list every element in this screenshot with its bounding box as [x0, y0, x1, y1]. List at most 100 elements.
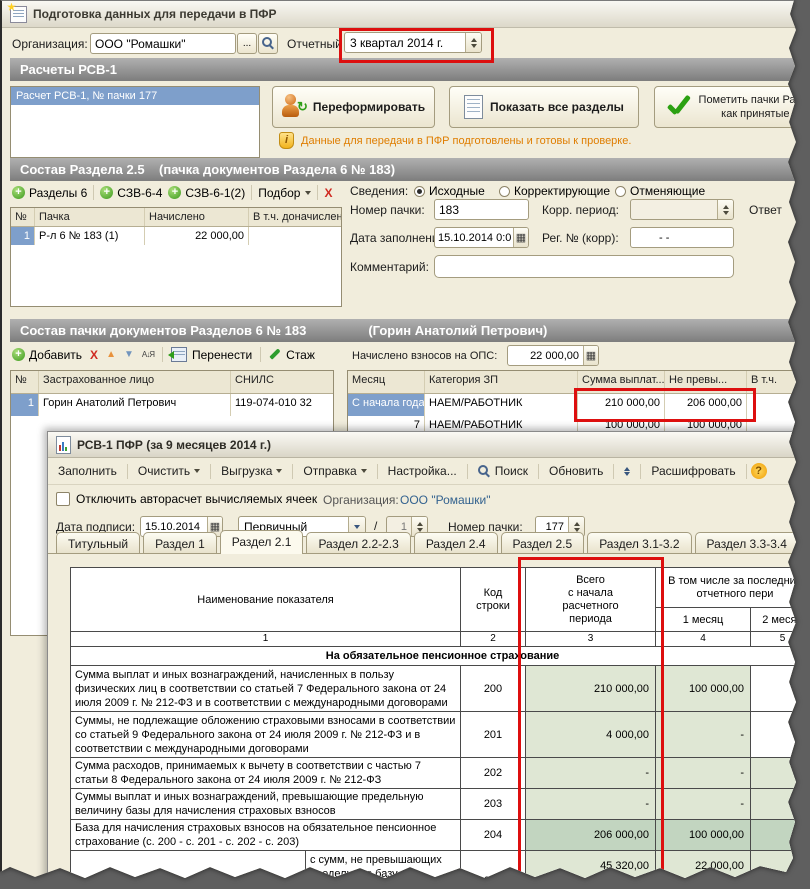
col-header-last-months: В том числе за последние отчетного пери	[654, 567, 796, 608]
row-203-total[interactable]: -	[525, 788, 656, 820]
updown-sort-icon[interactable]	[618, 466, 636, 476]
organization-search-button[interactable]	[258, 33, 278, 54]
rw-organization-label: Организация:	[323, 493, 399, 507]
add-sections6-button[interactable]: + Разделы 6	[12, 186, 87, 200]
send-button[interactable]: Отправка	[297, 464, 372, 478]
ops-input[interactable]: 22 000,00 ▦	[507, 345, 599, 366]
comment-input[interactable]	[434, 255, 734, 278]
row-201-total[interactable]: 4 000,00	[525, 711, 656, 758]
report-window: РСВ-1 ПФР (за 9 месяцев 2014 г.) Заполни…	[47, 431, 810, 878]
separator	[251, 185, 253, 200]
korr-period-spinner[interactable]	[630, 199, 734, 220]
autocalc-checkbox[interactable]: Отключить авторасчет вычисляемых ячеек	[56, 492, 317, 506]
reg-number-input[interactable]: - -	[630, 227, 734, 248]
organization-input[interactable]: ООО "Ромашки"	[90, 33, 236, 54]
tab-razdel2223[interactable]: Раздел 2.2-2.3	[306, 532, 411, 554]
main-window-title: Подготовка данных для передачи в ПФР	[33, 7, 277, 21]
reform-button[interactable]: ↻ Переформировать	[272, 86, 435, 128]
months-table-row[interactable]: С начала года НАЕМ/РАБОТНИК 210 000,00 2…	[348, 394, 796, 416]
delete-icon[interactable]: X	[324, 186, 332, 200]
radio-ishodnye[interactable]: Исходные	[414, 184, 485, 198]
persons-table-row[interactable]: 1 Горин Анатолий Петрович 119-074-010 32	[11, 394, 333, 416]
months-table[interactable]: Месяц Категория ЗП Сумма выплат... Не пр…	[347, 370, 796, 438]
row-200-m1[interactable]: 100 000,00	[655, 665, 751, 712]
decode-button[interactable]: Расшифровать	[645, 464, 741, 478]
row-203-m1[interactable]: -	[655, 788, 751, 820]
move-down-icon[interactable]: ▼	[124, 349, 134, 360]
separator	[466, 463, 468, 479]
tab-razdel3334[interactable]: Раздел 3.3-3.4	[694, 532, 796, 554]
row-204-m2[interactable]	[749, 819, 796, 851]
pack-number-label: Номер пачки:	[350, 203, 425, 217]
fill-button[interactable]: Заполнить	[52, 464, 123, 478]
clear-button[interactable]: Очистить	[132, 464, 206, 478]
row-200-m2[interactable]	[749, 665, 796, 712]
row-202-total[interactable]: -	[525, 757, 656, 789]
search-button[interactable]: Поиск	[472, 464, 534, 478]
col-header-code: Код строки	[460, 567, 526, 632]
settings-button[interactable]: Настройка...	[382, 464, 463, 478]
row-201-m1[interactable]: -	[655, 711, 751, 758]
show-all-sections-button[interactable]: Показать все разделы	[449, 86, 639, 128]
add-szv612-button[interactable]: + СЗВ-6-1(2)	[168, 186, 245, 200]
help-icon[interactable]: ?	[750, 463, 767, 479]
packs-table-row[interactable]: 1 Р-л 6 № 183 (1) 22 000,00	[11, 227, 341, 245]
row-203-m2[interactable]	[749, 788, 796, 820]
unload-button[interactable]: Выгрузка	[215, 464, 288, 478]
rsv-list-item[interactable]: Расчет РСВ-1, № пачки 177	[11, 87, 259, 105]
fill-date-input[interactable]: 15.10.2014 0:0 ▦	[434, 227, 529, 248]
staj-button[interactable]: Стаж	[269, 348, 315, 362]
spinner-arrows-icon[interactable]	[465, 33, 481, 52]
add-szv64-button[interactable]: + СЗВ-6-4	[100, 186, 162, 200]
refresh-button[interactable]: Обновить	[543, 464, 609, 478]
radio-otmen[interactable]: Отменяющие	[615, 184, 705, 198]
korr-period-label: Корр. период:	[542, 203, 619, 217]
add-person-button[interactable]: + Добавить	[12, 348, 82, 362]
row-205-m1[interactable]: 22 000,00	[655, 850, 751, 878]
row-202-m1[interactable]: -	[655, 757, 751, 789]
tab-razdel3132[interactable]: Раздел 3.1-3.2	[587, 532, 692, 554]
calculator-icon[interactable]: ▦	[583, 346, 598, 365]
row-205-m2[interactable]	[749, 850, 796, 878]
mark-accepted-label: Пометить пачки Раз как принятые П	[698, 94, 801, 120]
rw-organization-link[interactable]: ООО "Ромашки"	[400, 493, 491, 507]
row-200-total[interactable]: 210 000,00	[525, 665, 656, 712]
report-period-spinner[interactable]: 3 квартал 2014 г.	[344, 32, 482, 53]
spinner-arrows-icon[interactable]	[717, 200, 733, 219]
move-up-icon[interactable]: ▲	[106, 349, 116, 360]
tab-titulny[interactable]: Титульный	[56, 532, 141, 554]
months-table-header: Месяц Категория ЗП Сумма выплат... Не пр…	[348, 371, 796, 394]
calendar-icon[interactable]: ▦	[513, 228, 528, 247]
tab-razdel1[interactable]: Раздел 1	[143, 532, 217, 554]
mark-accepted-button[interactable]: Пометить пачки Раз как принятые П	[654, 86, 801, 128]
row-202-name: Сумма расходов, принимаемых к вычету в с…	[70, 757, 461, 789]
tab-razdel25[interactable]: Раздел 2.5	[500, 532, 585, 554]
reform-button-label: Переформировать	[312, 100, 426, 114]
packs-table[interactable]: № Пачка Начислено В т.ч. доначислено 1 Р…	[10, 207, 342, 307]
row-205-total[interactable]: 45 320,00	[525, 850, 656, 878]
row-204-m1[interactable]: 100 000,00	[655, 819, 751, 851]
row-201-m2[interactable]	[749, 711, 796, 758]
pack6-section-header: Состав пачки документов Разделов 6 № 183…	[10, 319, 796, 342]
tab-razdel3-cut[interactable]: Раздел 3	[802, 532, 810, 554]
podbor-button[interactable]: Подбор	[258, 186, 312, 200]
organization-picker-button[interactable]: ...	[237, 33, 257, 54]
tab-razdel21[interactable]: Раздел 2.1	[219, 530, 304, 554]
radio-korrekt[interactable]: Корректирующие	[499, 184, 610, 198]
row-202-m2[interactable]	[749, 757, 796, 789]
pack-number-input[interactable]: 183	[434, 199, 529, 220]
separator	[745, 463, 747, 479]
reg-number-label: Рег. № (корр):	[542, 231, 619, 245]
report-icon	[56, 435, 71, 454]
row-204-total[interactable]: 206 000,00	[525, 819, 656, 851]
row-203-code: 203	[460, 788, 526, 820]
col-header-month1: 1 месяц	[655, 607, 751, 632]
transfer-button[interactable]: Перенести	[168, 347, 252, 362]
search-icon	[261, 37, 275, 50]
green-check-icon	[664, 94, 692, 120]
tab-razdel24[interactable]: Раздел 2.4	[413, 532, 498, 554]
delete-icon[interactable]: X	[90, 348, 98, 362]
rsv-list[interactable]: Расчет РСВ-1, № пачки 177	[10, 86, 260, 158]
row-205-code: 205	[460, 850, 526, 878]
sort-icon[interactable]: А↓Я	[142, 350, 155, 359]
